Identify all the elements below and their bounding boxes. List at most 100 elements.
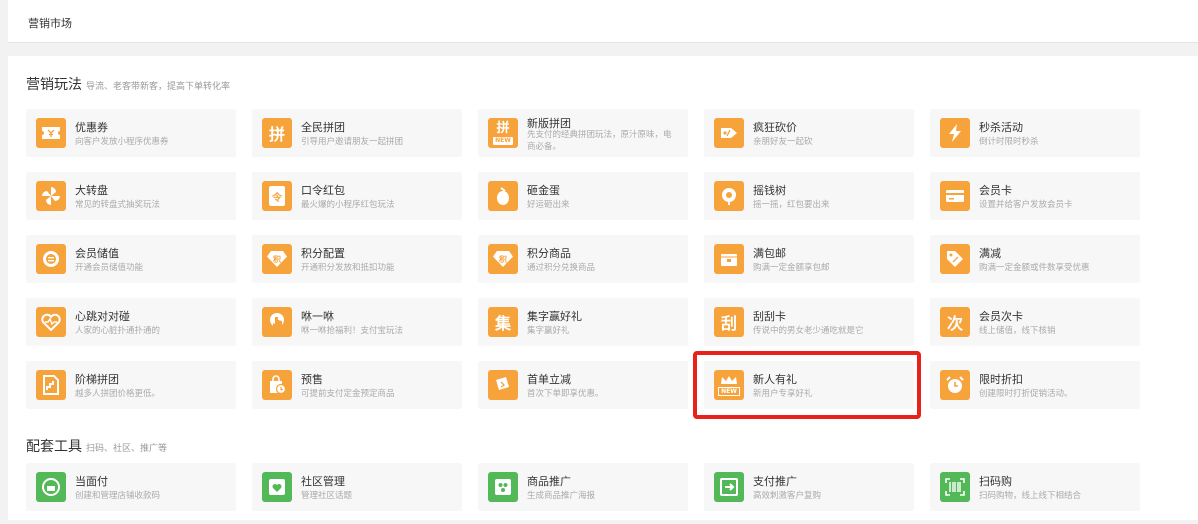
card-points-config[interactable]: 积 积分配置 开通积分发放和抵扣功能 [252, 235, 462, 283]
card-ladder-group[interactable]: 阶梯拼团 越多人拼团价格更低。 [26, 361, 236, 409]
card-desc: 扫码购物，线上线下相结合 [979, 491, 1082, 501]
pin-new-icon: 拼 NEW [488, 118, 518, 148]
card-desc: 开通积分发放和抵扣功能 [301, 263, 395, 273]
card-name: 限时折扣 [979, 373, 1023, 386]
card-name: 大转盘 [75, 184, 108, 197]
card-name: 刮刮卡 [753, 310, 786, 323]
card-name: 新人有礼 [753, 373, 797, 386]
card-desc: 咻一咻抢福利！支付宝玩法 [301, 326, 404, 336]
parcel-icon [714, 244, 744, 274]
pinwheel-icon [36, 181, 66, 211]
card-name: 预售 [301, 373, 323, 386]
card-desc: 通过积分兑换商品 [527, 263, 596, 273]
scratch-card-icon: 刮 [714, 307, 744, 337]
barcode-icon [940, 472, 970, 502]
card-golden-egg[interactable]: 砸金蛋 好运砸出来 [478, 172, 688, 220]
section-subtitle: 导流、老客带新客，提高下单转化率 [86, 82, 231, 92]
card-new-group-buy[interactable]: 拼 NEW 新版拼团 先支付的经典拼团玩法，原汁原味，电商必备。 [478, 109, 688, 157]
ladder-icon [36, 370, 66, 400]
diamond-goods-icon: 积 [488, 244, 518, 274]
card-desc: 传说中的男女老少通吃就是它 [753, 326, 864, 336]
card-desc: 可提前支付定金预定商品 [301, 389, 395, 399]
card-wheel[interactable]: 大转盘 常见的转盘式抽奖玩法 [26, 172, 236, 220]
card-name: 社区管理 [301, 475, 345, 488]
card-desc: 向客户发放小程序优惠券 [75, 137, 169, 147]
community-icon [262, 472, 292, 502]
card-money-tree[interactable]: 摇钱树 摇一摇，红包要出来 [704, 172, 914, 220]
section-tools-header: 配套工具 扫码、社区、推广等 [26, 436, 167, 456]
card-name: 积分商品 [527, 247, 571, 260]
card-scan-buy[interactable]: 扫码购 扫码购物，线上线下相结合 [930, 463, 1140, 511]
card-pay-promo[interactable]: 支付推广 高效刺激客户复购 [704, 463, 914, 511]
card-desc: 创建限时打折促销活动。 [979, 389, 1073, 399]
card-community[interactable]: 社区管理 管理社区话题 [252, 463, 462, 511]
card-desc: 购满一定金额享包邮 [753, 263, 830, 273]
card-name: 首单立减 [527, 373, 571, 386]
card-desc: 线上储值，线下核销 [979, 326, 1056, 336]
price-tag-icon [940, 244, 970, 274]
shake-hand-icon [262, 307, 292, 337]
section-title: 配套工具 [26, 439, 82, 455]
section-subtitle: 扫码、社区、推广等 [86, 444, 168, 454]
card-name: 会员次卡 [979, 310, 1023, 323]
top-bar: 营销市场 [8, 0, 1198, 43]
first-order-icon [488, 370, 518, 400]
card-coupon[interactable]: 优惠券 向客户发放小程序优惠券 [26, 109, 236, 157]
card-limited-discount[interactable]: 限时折扣 创建限时打折促销活动。 [930, 361, 1140, 409]
card-name: 积分配置 [301, 247, 345, 260]
card-goods-promo[interactable]: 商品推广 生成商品推广海报 [478, 463, 688, 511]
card-name: 砸金蛋 [527, 184, 560, 197]
money-tree-icon [714, 181, 744, 211]
card-heartbeat[interactable]: 心跳对对碰 人家的心脏扑通扑通的 [26, 298, 236, 346]
card-desc: 亲朋好友一起砍 [753, 137, 813, 147]
card-first-order[interactable]: 首单立减 首次下单即享优惠。 [478, 361, 688, 409]
card-name: 满减 [979, 247, 1001, 260]
card-desc: 集字赢好礼 [527, 326, 570, 336]
coin-icon [36, 244, 66, 274]
presale-bag-icon [262, 370, 292, 400]
card-points-goods[interactable]: 积 积分商品 通过积分兑换商品 [478, 235, 688, 283]
section-marketing-header: 营销玩法 导流、老客带新客，提高下单转化率 [26, 74, 230, 94]
card-desc: 摇一摇，红包要出来 [753, 200, 830, 210]
heart-icon [36, 307, 66, 337]
card-scratch[interactable]: 刮 刮刮卡 传说中的男女老少通吃就是它 [704, 298, 914, 346]
card-desc: 新用户专享好礼 [753, 389, 813, 399]
card-newcomer[interactable]: NEW 新人有礼 新用户专享好礼 [704, 361, 914, 409]
card-name: 集字赢好礼 [527, 310, 582, 323]
card-free-shipping[interactable]: 满包邮 购满一定金额享包邮 [704, 235, 914, 283]
card-name: 阶梯拼团 [75, 373, 119, 386]
alarm-clock-icon [940, 370, 970, 400]
card-member-times[interactable]: 次 会员次卡 线上储值，线下核销 [930, 298, 1140, 346]
pin-icon: 拼 [262, 118, 292, 148]
card-name: 商品推广 [527, 475, 571, 488]
card-name: 心跳对对碰 [75, 310, 130, 323]
card-desc: 先支付的经典拼团玩法，原汁原味，电商必备。 [527, 130, 672, 152]
card-icon [940, 181, 970, 211]
card-face-pay[interactable]: 当面付 创建和管理店铺收款码 [26, 463, 236, 511]
card-name: 口令红包 [301, 184, 345, 197]
card-red-packet[interactable]: 令 口令红包 最火爆的小程序红包玩法 [252, 172, 462, 220]
card-group-buy[interactable]: 拼 全民拼团 引导用户邀请朋友一起拼团 [252, 109, 462, 157]
card-name: 支付推广 [753, 475, 797, 488]
card-desc: 购满一定金额或件数享受优惠 [979, 263, 1090, 273]
card-collect-words[interactable]: 集 集字赢好礼 集字赢好礼 [478, 298, 688, 346]
newcomer-crown-icon: NEW [714, 370, 744, 400]
egg-icon [488, 181, 518, 211]
card-member-card[interactable]: 会员卡 设置并给客户发放会员卡 [930, 172, 1140, 220]
card-member-deposit[interactable]: 会员储值 开通会员储值功能 [26, 235, 236, 283]
card-desc: 设置并给客户发放会员卡 [979, 200, 1073, 210]
red-packet-icon: 令 [262, 181, 292, 211]
card-shake[interactable]: 咻一咻 咻一咻抢福利！支付宝玩法 [252, 298, 462, 346]
card-presale[interactable]: 预售 可提前支付定金预定商品 [252, 361, 462, 409]
card-name: 摇钱树 [753, 184, 786, 197]
card-desc: 首次下单即享优惠。 [527, 389, 604, 399]
card-name: 咻一咻 [301, 310, 334, 323]
card-flash-sale[interactable]: 秒杀活动 倒计时限时秒杀 [930, 109, 1140, 157]
goods-promo-icon [488, 472, 518, 502]
card-desc: 常见的转盘式抽奖玩法 [75, 200, 161, 210]
card-name: 优惠券 [75, 121, 108, 134]
card-full-reduction[interactable]: 满减 购满一定金额或件数享受优惠 [930, 235, 1140, 283]
marketing-panel: 营销玩法 导流、老客带新客，提高下单转化率 优惠券 向客户发放小程序优惠券 拼 … [8, 56, 1198, 520]
card-bargain[interactable]: 疯狂砍价 亲朋好友一起砍 [704, 109, 914, 157]
collect-word-icon: 集 [488, 307, 518, 337]
